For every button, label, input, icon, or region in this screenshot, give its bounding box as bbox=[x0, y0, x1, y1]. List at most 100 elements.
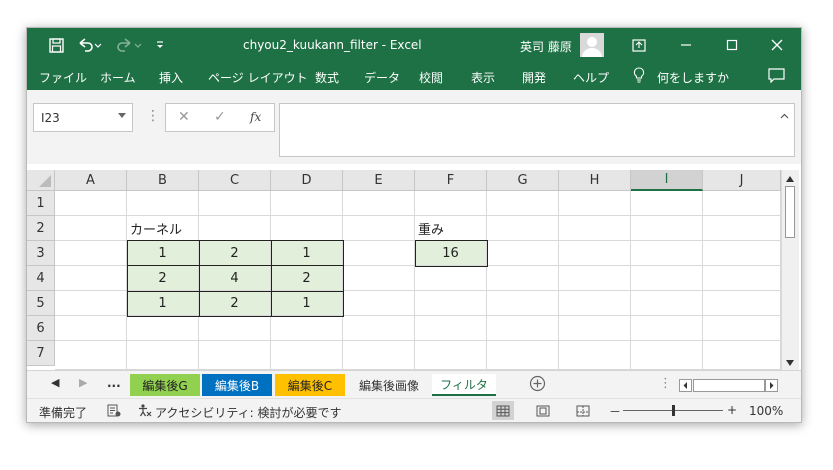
grid-cell[interactable] bbox=[631, 291, 703, 316]
grid-cell[interactable] bbox=[487, 241, 559, 266]
insert-function-icon[interactable]: fx bbox=[250, 110, 261, 124]
tab-edited-g[interactable]: 編集後G bbox=[130, 374, 200, 396]
row-header-4[interactable]: 4 bbox=[27, 266, 55, 291]
grid-cell[interactable] bbox=[559, 291, 631, 316]
macro-recording-icon[interactable] bbox=[107, 404, 121, 420]
formula-input[interactable] bbox=[279, 103, 795, 157]
kernel-cell-b4[interactable]: 2 bbox=[127, 266, 199, 291]
grid-cell[interactable] bbox=[559, 341, 631, 370]
grid-cell[interactable] bbox=[199, 316, 271, 341]
customize-quick-access-icon[interactable] bbox=[153, 36, 167, 54]
select-all-button[interactable] bbox=[27, 170, 55, 191]
kernel-cell-c5[interactable]: 2 bbox=[199, 291, 271, 316]
redo-icon[interactable] bbox=[115, 36, 143, 54]
grid-cell[interactable] bbox=[487, 216, 559, 241]
kernel-cell-b3[interactable]: 1 bbox=[127, 241, 199, 266]
menu-view[interactable]: 表示 bbox=[471, 69, 495, 86]
row-header-1[interactable]: 1 bbox=[27, 191, 55, 216]
grid-cell[interactable] bbox=[271, 341, 343, 370]
grid-cell[interactable] bbox=[343, 241, 415, 266]
scroll-down-icon[interactable] bbox=[786, 360, 794, 366]
zoom-out-button[interactable]: － bbox=[609, 403, 621, 420]
grid-cell[interactable] bbox=[631, 316, 703, 341]
menu-review[interactable]: 校閲 bbox=[419, 69, 443, 86]
page-layout-view-icon[interactable] bbox=[532, 401, 554, 420]
grid-cell[interactable] bbox=[487, 191, 559, 216]
row-header-7[interactable]: 7 bbox=[27, 341, 55, 366]
grid-cell[interactable] bbox=[703, 191, 781, 216]
grid-cell[interactable] bbox=[343, 191, 415, 216]
grid-cell[interactable] bbox=[559, 316, 631, 341]
more-sheets-button[interactable]: ... bbox=[107, 376, 121, 390]
scroll-up-icon[interactable] bbox=[786, 176, 794, 182]
menu-formulas[interactable]: 数式 bbox=[315, 69, 339, 86]
grid-cell[interactable] bbox=[343, 316, 415, 341]
tab-edited-image[interactable]: 編集後画像 bbox=[349, 374, 429, 396]
grid-cell[interactable] bbox=[703, 341, 781, 370]
zoom-level[interactable]: 100% bbox=[749, 404, 783, 418]
grid-cell[interactable] bbox=[631, 191, 703, 216]
grid-cell[interactable] bbox=[415, 341, 487, 370]
grid-cell[interactable] bbox=[415, 291, 487, 316]
menu-data[interactable]: データ bbox=[364, 69, 400, 86]
grid-cell[interactable] bbox=[55, 291, 127, 316]
grid-cell[interactable] bbox=[55, 241, 127, 266]
grid-cell[interactable] bbox=[55, 191, 127, 216]
menu-page-layout[interactable]: ページ レイアウト bbox=[208, 69, 308, 86]
vertical-scroll-thumb[interactable] bbox=[785, 186, 795, 238]
grid-cell[interactable] bbox=[415, 191, 487, 216]
lightbulb-icon[interactable] bbox=[633, 67, 645, 86]
grid-cell[interactable] bbox=[55, 216, 127, 241]
column-header-d[interactable]: D bbox=[271, 170, 343, 191]
grid-cell[interactable] bbox=[55, 266, 127, 291]
kernel-label-cell[interactable]: カーネル bbox=[127, 216, 199, 241]
scroll-right-icon[interactable] bbox=[765, 379, 778, 392]
page-break-preview-icon[interactable] bbox=[572, 401, 594, 420]
grid-cell[interactable] bbox=[55, 341, 127, 370]
tell-me-search[interactable]: 何をしますか bbox=[657, 69, 729, 86]
grid-cell[interactable] bbox=[559, 191, 631, 216]
grid-cell[interactable] bbox=[415, 266, 487, 291]
grid-cell[interactable] bbox=[415, 316, 487, 341]
tab-edited-c[interactable]: 編集後C bbox=[275, 374, 345, 396]
name-box[interactable]: I23 bbox=[33, 103, 133, 132]
grid-cell[interactable] bbox=[703, 241, 781, 266]
vertical-scrollbar[interactable] bbox=[781, 170, 799, 370]
chevron-down-icon[interactable] bbox=[118, 113, 126, 118]
grid-cell[interactable] bbox=[343, 291, 415, 316]
tab-filter[interactable]: フィルタ bbox=[432, 374, 496, 396]
menu-help[interactable]: ヘルプ bbox=[573, 69, 609, 86]
row-header-2[interactable]: 2 bbox=[27, 216, 55, 241]
normal-view-icon[interactable] bbox=[492, 401, 514, 420]
row-header-5[interactable]: 5 bbox=[27, 291, 55, 316]
column-header-g[interactable]: G bbox=[487, 170, 559, 191]
grid-cell[interactable] bbox=[127, 316, 199, 341]
grid-cell[interactable] bbox=[271, 316, 343, 341]
grid-cell[interactable] bbox=[343, 266, 415, 291]
kernel-cell-d3[interactable]: 1 bbox=[271, 241, 343, 266]
weight-label-cell[interactable]: 重み bbox=[415, 216, 487, 241]
accessibility-icon[interactable] bbox=[137, 403, 152, 421]
grid-cell[interactable] bbox=[199, 341, 271, 370]
grid-cell[interactable] bbox=[343, 216, 415, 241]
scroll-left-icon[interactable] bbox=[679, 379, 692, 392]
row-header-6[interactable]: 6 bbox=[27, 316, 55, 341]
grid-cell[interactable] bbox=[703, 266, 781, 291]
grid-cell[interactable] bbox=[199, 216, 271, 241]
grid-cell[interactable] bbox=[55, 316, 127, 341]
column-header-j[interactable]: J bbox=[703, 170, 781, 191]
previous-sheet-icon[interactable]: ◀ bbox=[51, 376, 59, 389]
menu-developer[interactable]: 開発 bbox=[522, 69, 546, 86]
column-header-b[interactable]: B bbox=[127, 170, 199, 191]
grid-cell[interactable] bbox=[559, 216, 631, 241]
grid-cell[interactable] bbox=[487, 316, 559, 341]
next-sheet-icon[interactable]: ▶ bbox=[79, 376, 87, 389]
new-sheet-icon[interactable] bbox=[529, 375, 546, 395]
horizontal-scroll-thumb[interactable] bbox=[693, 379, 765, 392]
grid-cell[interactable] bbox=[631, 266, 703, 291]
menu-file[interactable]: ファイル bbox=[39, 69, 87, 86]
column-header-e[interactable]: E bbox=[343, 170, 415, 191]
minimize-icon[interactable] bbox=[677, 36, 695, 54]
close-icon[interactable] bbox=[768, 36, 786, 54]
column-header-i[interactable]: I bbox=[631, 170, 703, 191]
